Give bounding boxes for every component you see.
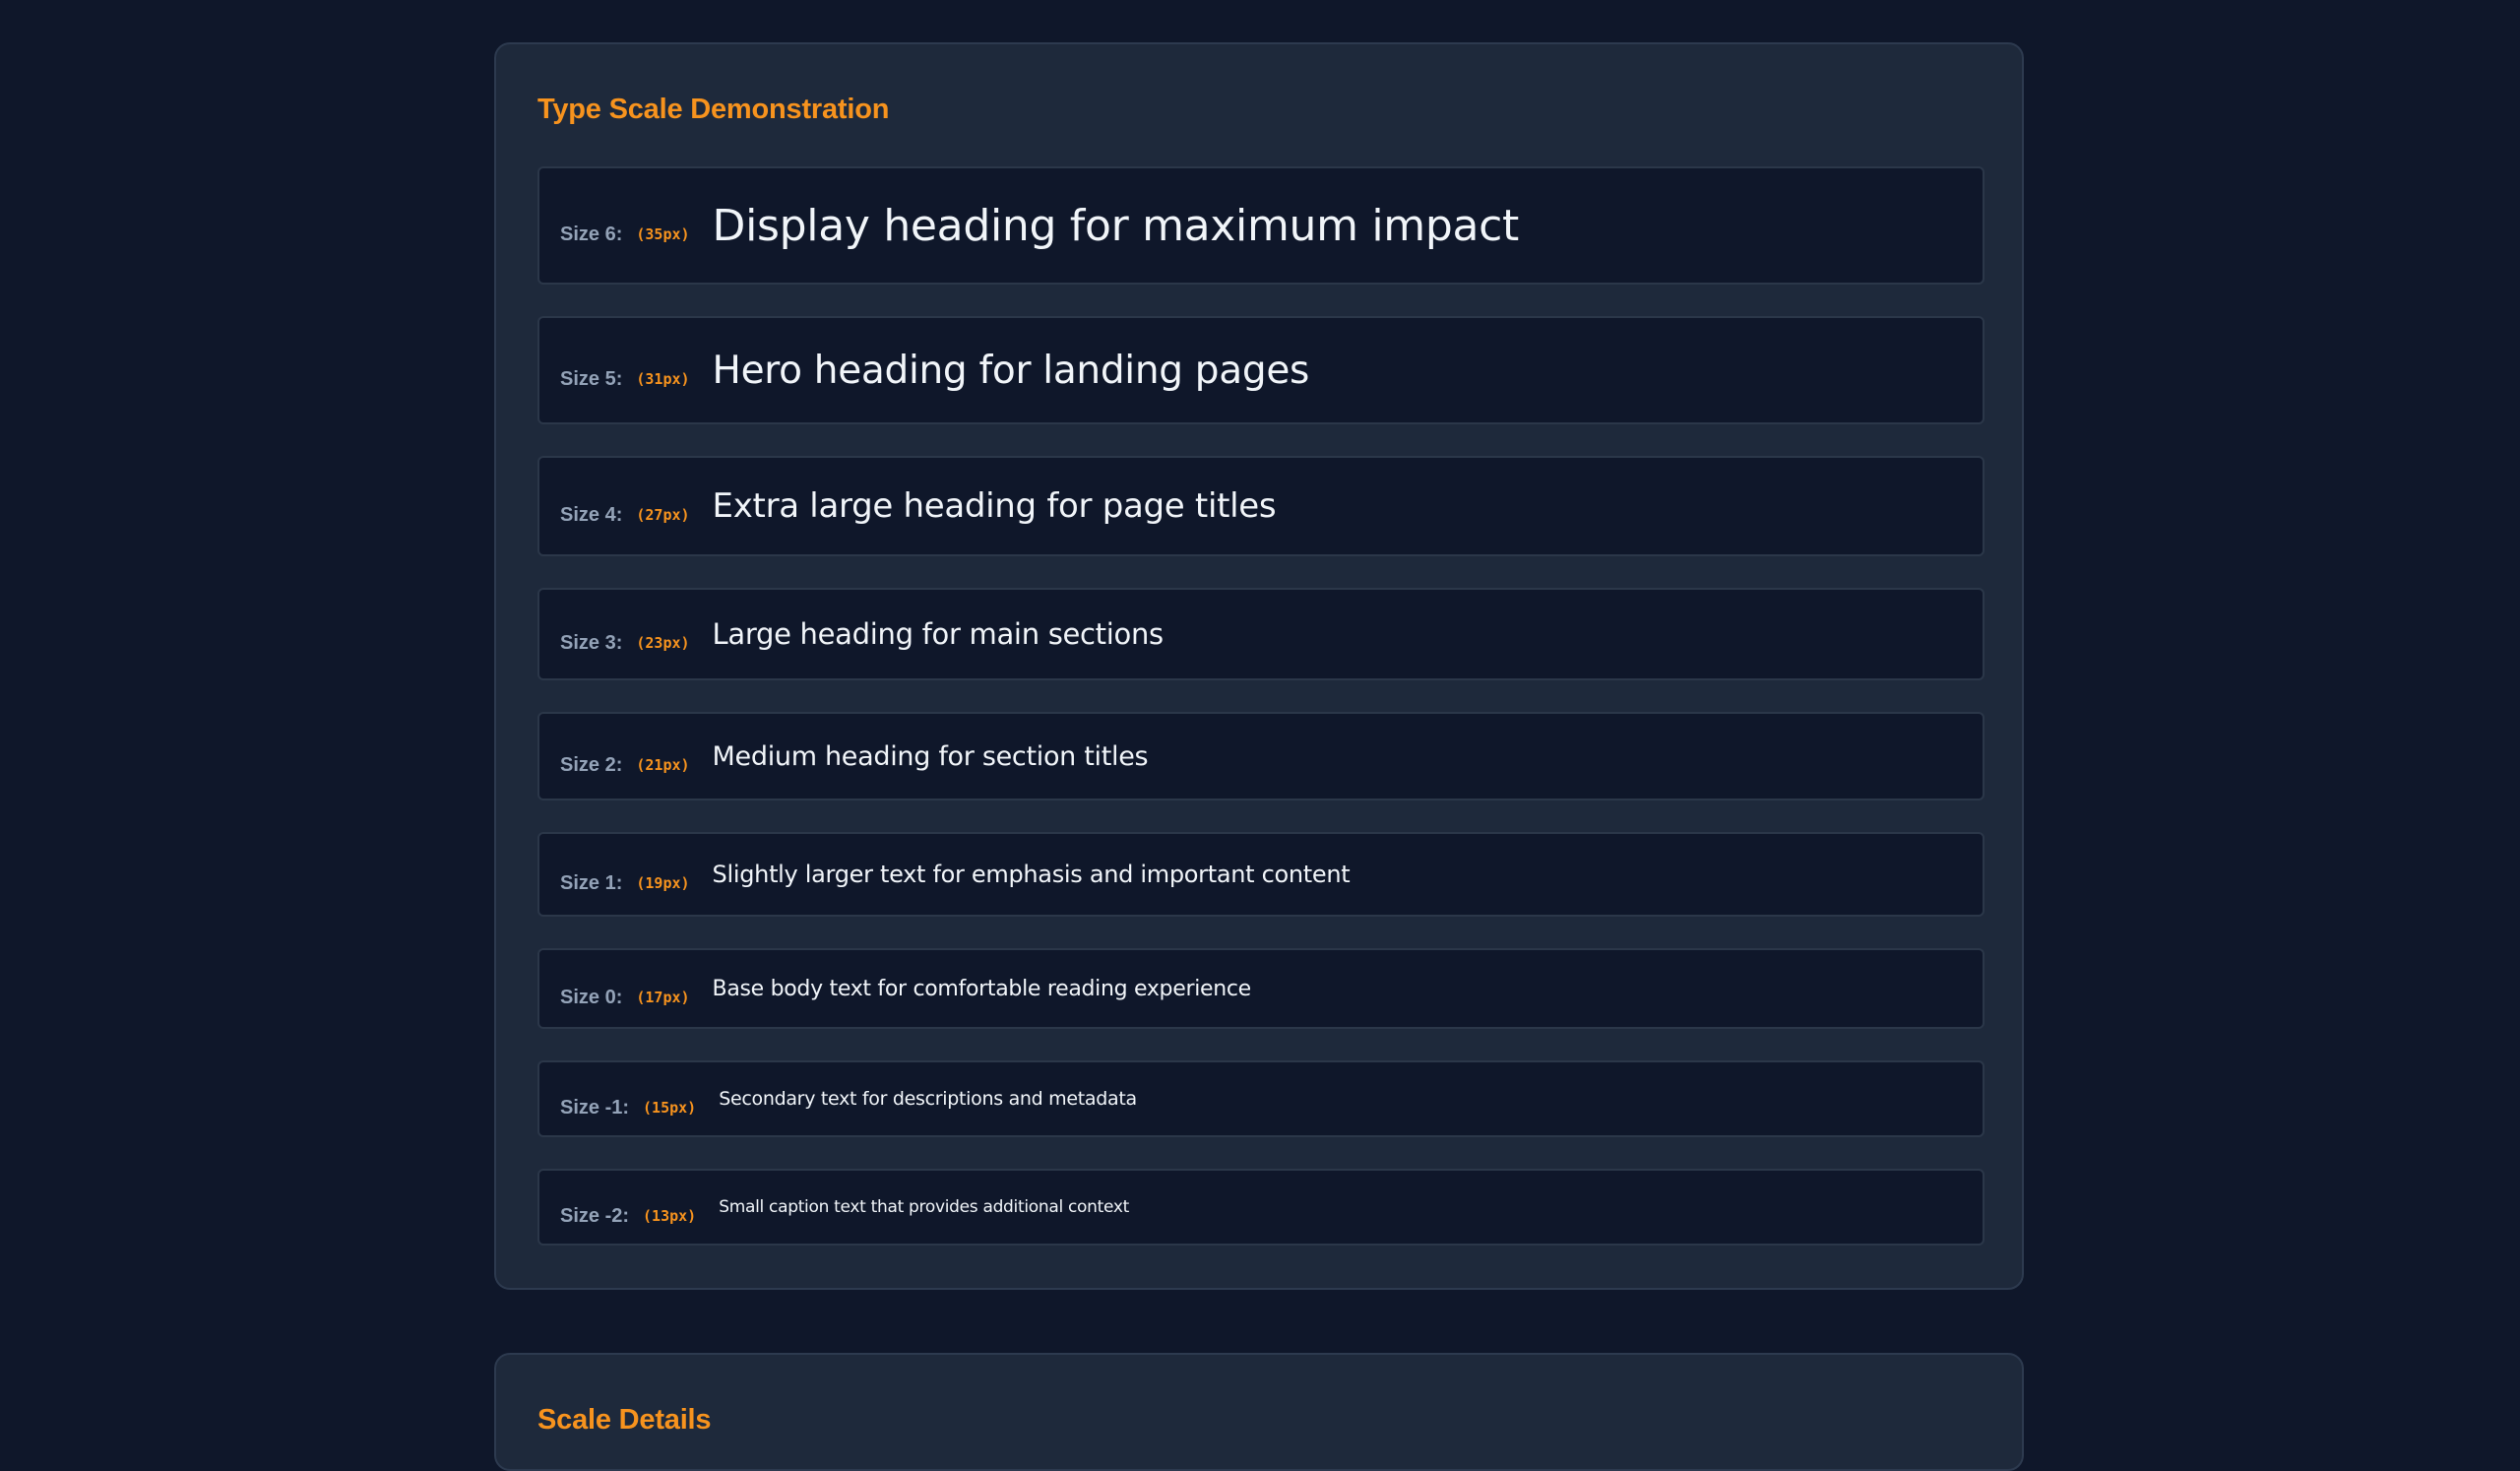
size-px-value: (17px): [636, 989, 690, 1006]
type-scale-row-size-5: Size 5: (31px) Hero heading for landing …: [537, 316, 1984, 424]
type-scale-row-size-4: Size 4: (27px) Extra large heading for p…: [537, 456, 1984, 556]
type-scale-row-size-0: Size 0: (17px) Base body text for comfor…: [537, 948, 1984, 1029]
size-label: Size 0:: [560, 986, 623, 1008]
type-scale-panel: Type Scale Demonstration Size 6: (35px) …: [494, 42, 2024, 1290]
size-label: Size -1:: [560, 1096, 630, 1119]
size-px-value: (13px): [643, 1207, 697, 1225]
size-label: Size 5:: [560, 367, 623, 390]
size-label: Size -2:: [560, 1204, 630, 1227]
size-sample-text: Medium heading for section titles: [712, 740, 1149, 772]
size-sample-text: Hero heading for landing pages: [712, 348, 1310, 393]
size-px-value: (21px): [636, 756, 690, 774]
size-sample-text: Extra large heading for page titles: [712, 486, 1277, 526]
type-scale-row-size-6: Size 6: (35px) Display heading for maxim…: [537, 166, 1984, 285]
size-sample-text: Base body text for comfortable reading e…: [712, 976, 1252, 1001]
type-scale-row-size-1: Size 1: (19px) Slightly larger text for …: [537, 832, 1984, 917]
size-px-value: (15px): [643, 1099, 697, 1117]
size-label: Size 6:: [560, 223, 623, 245]
scale-details-title: Scale Details: [537, 1404, 712, 1436]
type-scale-row-size-minus-1: Size -1: (15px) Secondary text for descr…: [537, 1060, 1984, 1137]
size-px-value: (27px): [636, 506, 690, 524]
scale-details-panel: Scale Details: [494, 1353, 2024, 1471]
size-sample-text: Slightly larger text for emphasis and im…: [712, 861, 1351, 888]
size-px-value: (23px): [636, 634, 690, 652]
size-sample-text: Secondary text for descriptions and meta…: [719, 1088, 1137, 1110]
type-scale-title: Type Scale Demonstration: [537, 94, 890, 125]
type-scale-row-size-2: Size 2: (21px) Medium heading for sectio…: [537, 712, 1984, 800]
size-px-value: (19px): [636, 874, 690, 892]
size-label: Size 4:: [560, 503, 623, 526]
size-sample-text: Large heading for main sections: [712, 617, 1165, 651]
size-sample-text: Small caption text that provides additio…: [719, 1197, 1129, 1217]
size-label: Size 1:: [560, 871, 623, 894]
type-scale-row-size-minus-2: Size -2: (13px) Small caption text that …: [537, 1169, 1984, 1246]
size-label: Size 2:: [560, 753, 623, 776]
size-label: Size 3:: [560, 631, 623, 654]
type-scale-row-size-3: Size 3: (23px) Large heading for main se…: [537, 588, 1984, 680]
size-sample-text: Display heading for maximum impact: [712, 200, 1520, 251]
size-px-value: (31px): [636, 370, 690, 388]
size-px-value: (35px): [636, 225, 690, 243]
